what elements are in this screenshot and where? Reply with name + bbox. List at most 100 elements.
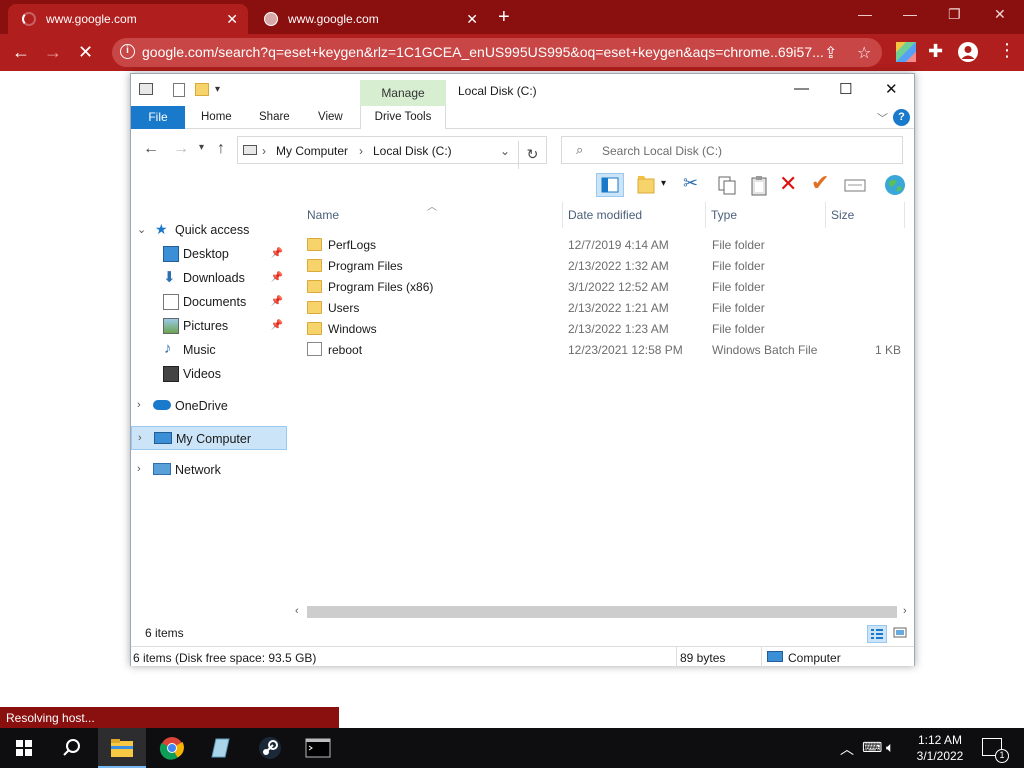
column-header-type[interactable]: Type: [711, 208, 737, 222]
tab-close-icon[interactable]: ✕: [466, 11, 478, 28]
pin-icon[interactable]: 📌: [271, 272, 283, 283]
large-icons-view-icon[interactable]: [891, 625, 911, 643]
up-arrow-icon[interactable]: ↑: [217, 140, 225, 158]
share-icon[interactable]: ⇪: [824, 43, 837, 63]
tab-drive-tools[interactable]: Drive Tools: [360, 106, 446, 129]
column-header-name[interactable]: Name: [307, 208, 339, 222]
nav-network[interactable]: › Network: [131, 458, 287, 482]
scrollbar-thumb[interactable]: [307, 606, 897, 618]
new-item-icon[interactable]: [634, 173, 658, 197]
nav-desktop[interactable]: Desktop 📌: [131, 242, 287, 266]
file-row[interactable]: PerfLogs 12/7/2019 4:14 AM File folder: [299, 234, 911, 255]
explorer-maximize-button[interactable]: ☐: [839, 80, 852, 98]
nav-downloads[interactable]: ⬇ Downloads 📌: [131, 266, 287, 290]
chrome-restore-button[interactable]: ❐: [948, 6, 961, 23]
details-view-icon[interactable]: [867, 625, 887, 643]
nav-pictures[interactable]: Pictures 📌: [131, 314, 287, 338]
profile-avatar-icon[interactable]: [958, 42, 978, 62]
breadcrumb-my-computer[interactable]: My Computer: [276, 144, 348, 158]
steam-taskbar-icon[interactable]: [246, 728, 294, 768]
file-row[interactable]: reboot 12/23/2021 12:58 PM Windows Batch…: [299, 339, 911, 360]
search-input[interactable]: ⌕ Search Local Disk (C:): [561, 136, 903, 164]
file-row[interactable]: Users 2/13/2022 1:21 AM File folder: [299, 297, 911, 318]
nav-my-computer[interactable]: › My Computer: [131, 426, 287, 450]
column-divider[interactable]: [705, 202, 706, 228]
paste-clipboard-icon[interactable]: [747, 173, 771, 197]
new-tab-button[interactable]: +: [498, 6, 510, 29]
file-row[interactable]: Program Files 2/13/2022 1:32 AM File fol…: [299, 255, 911, 276]
explorer-minimize-button[interactable]: —: [794, 80, 809, 97]
forward-arrow-icon[interactable]: →: [173, 140, 189, 158]
chrome-minimize-button[interactable]: —: [858, 6, 872, 22]
nav-onedrive[interactable]: › OneDrive: [131, 394, 287, 418]
properties-card-icon[interactable]: [843, 173, 867, 197]
command-prompt-taskbar-icon[interactable]: [294, 728, 342, 768]
file-row[interactable]: Windows 2/13/2022 1:23 AM File folder: [299, 318, 911, 339]
chevron-right-icon[interactable]: ›: [137, 463, 141, 475]
file-row[interactable]: Program Files (x86) 3/1/2022 12:52 AM Fi…: [299, 276, 911, 297]
chrome-minimize-icon[interactable]: —: [903, 6, 917, 22]
chevron-down-icon[interactable]: ⌄: [137, 223, 146, 236]
bookmark-star-icon[interactable]: ☆: [857, 43, 871, 63]
ribbon-expand-icon[interactable]: ﹀: [877, 110, 888, 126]
chevron-right-icon[interactable]: ›: [138, 432, 142, 444]
help-icon[interactable]: ?: [893, 109, 910, 126]
show-hidden-icons-chevron-icon[interactable]: ︿: [840, 739, 854, 759]
tab-view[interactable]: View: [318, 111, 343, 123]
explorer-close-button[interactable]: ✕: [885, 80, 898, 98]
horizontal-scrollbar[interactable]: ‹ ›: [291, 604, 913, 620]
chrome-menu-icon[interactable]: ⋮: [998, 40, 1016, 61]
recent-locations-chevron-icon[interactable]: ▾: [199, 142, 204, 153]
pin-icon[interactable]: 📌: [271, 248, 283, 259]
extension-icon[interactable]: [896, 42, 916, 62]
pin-icon[interactable]: 📌: [271, 320, 283, 331]
scroll-left-arrow-icon[interactable]: ‹: [295, 605, 299, 617]
properties-icon[interactable]: [173, 83, 185, 97]
search-icon[interactable]: [48, 728, 96, 768]
chrome-close-button[interactable]: ✕: [994, 6, 1006, 23]
browser-tab-inactive[interactable]: www.google.com ✕: [250, 4, 488, 34]
tab-share[interactable]: Share: [259, 111, 290, 123]
preview-pane-icon[interactable]: [596, 173, 624, 197]
action-center-notification-icon[interactable]: 1: [982, 738, 1009, 763]
tab-close-icon[interactable]: ✕: [226, 11, 238, 28]
quick-access-dropdown-icon[interactable]: ▾: [215, 84, 220, 95]
globe-icon[interactable]: [883, 173, 907, 197]
nav-quick-access[interactable]: ⌄ ★ Quick access: [131, 218, 287, 242]
site-info-icon[interactable]: i: [120, 44, 135, 59]
column-header-size[interactable]: Size: [831, 208, 854, 222]
tab-home[interactable]: Home: [201, 111, 232, 123]
refresh-button[interactable]: ↻: [518, 141, 546, 169]
rename-check-icon[interactable]: ✔: [811, 170, 835, 195]
chrome-taskbar-icon[interactable]: [148, 728, 196, 768]
breadcrumb-separator-icon[interactable]: ›: [262, 144, 266, 158]
breadcrumb-local-disk[interactable]: Local Disk (C:): [373, 144, 452, 158]
tab-file[interactable]: File: [131, 106, 185, 129]
back-arrow-icon[interactable]: ←: [12, 42, 30, 63]
notepad-taskbar-icon[interactable]: [196, 728, 244, 768]
start-button[interactable]: [0, 728, 48, 768]
pin-icon[interactable]: 📌: [271, 296, 283, 307]
breadcrumb-separator-icon[interactable]: ›: [359, 144, 363, 158]
stop-loading-icon[interactable]: ✕: [78, 42, 93, 63]
volume-speaker-icon[interactable]: 🔈︎: [886, 739, 894, 756]
copy-icon[interactable]: [715, 173, 739, 197]
new-item-dropdown-icon[interactable]: ▾: [661, 178, 671, 202]
back-arrow-icon[interactable]: ←: [143, 140, 159, 158]
url-text[interactable]: google.com/search?q=eset+keygen&rlz=1C1G…: [142, 44, 824, 60]
file-explorer-taskbar-icon[interactable]: [98, 728, 146, 768]
delete-x-icon[interactable]: ✕: [779, 171, 803, 196]
column-divider[interactable]: [904, 202, 905, 228]
nav-documents[interactable]: Documents 📌: [131, 290, 287, 314]
network-tray-icon[interactable]: ⌨: [862, 739, 882, 756]
chevron-right-icon[interactable]: ›: [137, 399, 141, 411]
scroll-right-arrow-icon[interactable]: ›: [903, 605, 907, 617]
column-divider[interactable]: [825, 202, 826, 228]
browser-tab-active[interactable]: www.google.com ✕: [8, 4, 248, 34]
new-folder-icon[interactable]: [195, 83, 209, 96]
nav-videos[interactable]: Videos: [131, 362, 287, 386]
extensions-puzzle-icon[interactable]: ✚: [928, 41, 943, 62]
address-bar[interactable]: i google.com/search?q=eset+keygen&rlz=1C…: [112, 38, 882, 67]
cut-scissors-icon[interactable]: ✂: [683, 173, 707, 197]
column-divider[interactable]: [562, 202, 563, 228]
